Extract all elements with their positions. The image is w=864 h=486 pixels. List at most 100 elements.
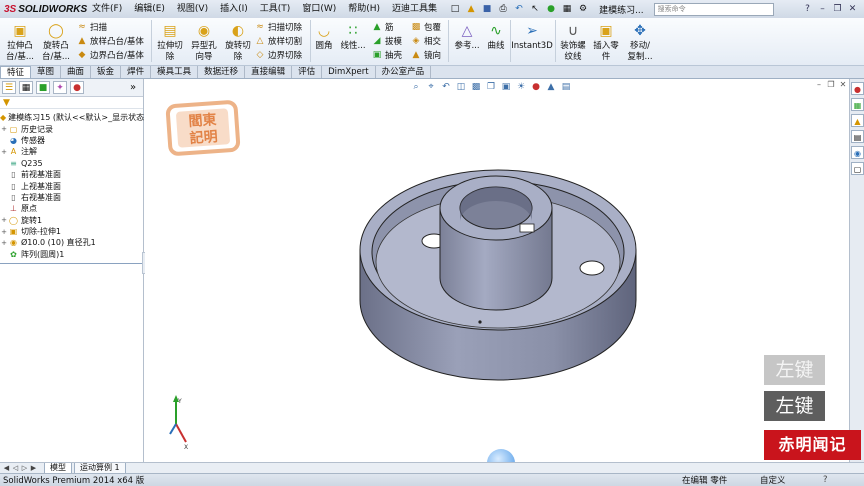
tab-motion-study-1[interactable]: 运动算例 1 bbox=[74, 462, 126, 474]
menu-edit[interactable]: 编辑(E) bbox=[128, 0, 171, 18]
view-orientation-icon[interactable]: ❐ bbox=[484, 81, 498, 93]
configuration-manager-icon[interactable]: ■ bbox=[36, 81, 50, 94]
tab-dimxpert[interactable]: DimXpert bbox=[322, 66, 376, 78]
fillet-button[interactable]: ◡ 圆角 bbox=[312, 22, 336, 52]
draft-button[interactable]: ◢ 拔模 bbox=[371, 35, 402, 48]
tab-weldments[interactable]: 焊件 bbox=[121, 66, 152, 78]
revolve-cut-button[interactable]: ◐ 旋转切 除 bbox=[221, 22, 255, 63]
menu-file[interactable]: 文件(F) bbox=[86, 0, 128, 18]
lofted-cut-button[interactable]: △ 放样切割 bbox=[254, 35, 302, 48]
tree-filter[interactable]: ▼ bbox=[0, 97, 143, 109]
hole-wizard-button[interactable]: ◉ 异型孔 向导 bbox=[187, 22, 221, 63]
units-custom[interactable]: 自定义 bbox=[760, 474, 786, 486]
next-tab-icon[interactable]: ▷ bbox=[20, 464, 29, 472]
display-style-icon[interactable]: ▣ bbox=[499, 81, 513, 93]
zoom-to-fit-icon[interactable]: ⌕ bbox=[409, 81, 423, 93]
cosmetic-thread-button[interactable]: ∪ 装饰螺 纹线 bbox=[557, 22, 589, 63]
first-tab-icon[interactable]: ◀ bbox=[2, 464, 11, 472]
tab-sketch[interactable]: 草图 bbox=[31, 66, 62, 78]
open-folder-icon[interactable]: ▲ bbox=[464, 3, 478, 16]
hide-show-items-icon[interactable]: ☀ bbox=[514, 81, 528, 93]
menu-insert[interactable]: 插入(I) bbox=[214, 0, 254, 18]
minimize-icon[interactable]: – bbox=[816, 3, 829, 15]
menu-view[interactable]: 视图(V) bbox=[171, 0, 214, 18]
save-icon[interactable]: ■ bbox=[480, 3, 494, 16]
menu-window[interactable]: 窗口(W) bbox=[296, 0, 342, 18]
view-palette-icon[interactable]: ▤ bbox=[851, 130, 864, 143]
menu-maidi-tools[interactable]: 迈迪工具集 bbox=[386, 0, 443, 18]
feature-manager-icon[interactable]: ☰ bbox=[2, 81, 16, 94]
linear-pattern-button[interactable]: ∷ 线性... bbox=[337, 22, 369, 52]
extrude-boss-button[interactable]: ▣ 拉伸凸 台/基... bbox=[2, 22, 38, 63]
expand-icon[interactable]: + bbox=[0, 125, 8, 133]
select-arrow-icon[interactable]: ↖ bbox=[528, 3, 542, 16]
search-commands-input[interactable]: 搜索命令 bbox=[653, 2, 774, 16]
tree-item-material[interactable]: ≡ Q235 bbox=[0, 158, 144, 169]
expand-more-icon[interactable]: » bbox=[126, 81, 140, 94]
apply-scene-icon[interactable]: ▲ bbox=[544, 81, 558, 93]
wrap-button[interactable]: ▩ 包覆 bbox=[410, 21, 441, 34]
file-explorer-icon[interactable]: ▲ bbox=[851, 114, 864, 127]
tab-sheet-metal[interactable]: 钣金 bbox=[91, 66, 122, 78]
undo-icon[interactable]: ↶ bbox=[512, 3, 526, 16]
tree-item-cut-extrude1[interactable]: + ▣ 切除-拉伸1 bbox=[0, 226, 144, 237]
tree-item-revolve1[interactable]: + ◯ 旋转1 bbox=[0, 215, 144, 226]
solidworks-logo[interactable]: 3S SOLIDWORKS bbox=[0, 4, 87, 15]
rib-button[interactable]: ▲ 筋 bbox=[371, 21, 394, 34]
tab-evaluate[interactable]: 评估 bbox=[292, 66, 323, 78]
swept-cut-button[interactable]: ≈ 扫描切除 bbox=[254, 21, 302, 34]
reference-geometry-button[interactable]: △ 参考... bbox=[451, 22, 483, 52]
boundary-boss-button[interactable]: ◆ 边界凸台/基体 bbox=[76, 49, 144, 62]
tab-surfaces[interactable]: 曲面 bbox=[61, 66, 92, 78]
help-icon[interactable]: ? bbox=[801, 3, 814, 15]
expand-icon[interactable]: + bbox=[0, 216, 8, 224]
move-copy-button[interactable]: ✥ 移动/ 复制... bbox=[623, 22, 657, 63]
instant3d-button[interactable]: ➢ Instant3D bbox=[511, 22, 553, 52]
loft-boss-button[interactable]: ▲ 放样凸台/基体 bbox=[76, 35, 144, 48]
tree-item-sensors[interactable]: ◕ 传感器 bbox=[0, 135, 144, 146]
tree-item-right-plane[interactable]: ▯ 右视基准面 bbox=[0, 192, 144, 203]
print-icon[interactable]: ⎙ bbox=[496, 3, 510, 16]
extrude-cut-button[interactable]: ▤ 拉伸切 除 bbox=[153, 22, 187, 63]
menu-help[interactable]: 帮助(H) bbox=[342, 0, 386, 18]
appearances-icon[interactable]: ◉ bbox=[851, 146, 864, 159]
previous-tab-icon[interactable]: ◁ bbox=[11, 464, 20, 472]
previous-view-icon[interactable]: ↶ bbox=[439, 81, 453, 93]
new-document-icon[interactable]: □ bbox=[448, 3, 462, 16]
tab-office-products[interactable]: 办公室产品 bbox=[376, 66, 432, 78]
display-manager-icon[interactable]: ● bbox=[70, 81, 84, 94]
custom-properties-icon[interactable]: ▢ bbox=[851, 162, 864, 175]
design-library-icon[interactable]: ▦ bbox=[851, 98, 864, 111]
shell-button[interactable]: ▣ 抽壳 bbox=[371, 49, 402, 62]
sweep-button[interactable]: ≈ 扫描 bbox=[76, 21, 107, 34]
solidworks-resources-icon[interactable]: ● bbox=[851, 82, 864, 95]
tree-item-history[interactable]: + ▢ 历史记录 bbox=[0, 123, 144, 134]
traffic-light-icon[interactable]: ● bbox=[544, 3, 558, 16]
tab-mold-tools[interactable]: 模具工具 bbox=[151, 66, 199, 78]
curves-button[interactable]: ∿ 曲线 bbox=[484, 22, 508, 52]
viewport-close-icon[interactable]: ✕ bbox=[837, 79, 849, 91]
tree-item-top-plane[interactable]: ▯ 上视基准面 bbox=[0, 180, 144, 191]
tab-data-migration[interactable]: 数据迁移 bbox=[198, 66, 246, 78]
tree-item-annotations[interactable]: + A 注解 bbox=[0, 146, 144, 157]
options-gear-icon[interactable]: ⚙ bbox=[576, 3, 590, 16]
menu-tools[interactable]: 工具(T) bbox=[254, 0, 297, 18]
intersect-button[interactable]: ◈ 相交 bbox=[410, 35, 441, 48]
dimxpert-manager-icon[interactable]: ✦ bbox=[53, 81, 67, 94]
expand-icon[interactable]: + bbox=[0, 228, 8, 236]
expand-icon[interactable]: + bbox=[0, 239, 8, 247]
dynamic-annotation-icon[interactable]: ▩ bbox=[469, 81, 483, 93]
status-help-icon[interactable]: ? bbox=[823, 475, 828, 485]
boundary-cut-button[interactable]: ◇ 边界切除 bbox=[254, 49, 302, 62]
tree-item-front-plane[interactable]: ▯ 前视基准面 bbox=[0, 169, 144, 180]
tree-item-origin[interactable]: ⊥ 原点 bbox=[0, 203, 144, 214]
close-icon[interactable]: ✕ bbox=[846, 3, 859, 15]
mirror-button[interactable]: ▲ 镜向 bbox=[410, 49, 441, 62]
zoom-to-area-icon[interactable]: ⌖ bbox=[424, 81, 438, 93]
tree-root-part[interactable]: ◆ 建模练习15 (默认<<默认>_显示状态 bbox=[0, 112, 144, 123]
edit-appearance-icon[interactable]: ● bbox=[529, 81, 543, 93]
last-tab-icon[interactable]: ▶ bbox=[29, 464, 38, 472]
restore-icon[interactable]: ❐ bbox=[831, 3, 844, 15]
insert-part-button[interactable]: ▣ 插入零 件 bbox=[590, 22, 622, 63]
viewport-restore-icon[interactable]: ❐ bbox=[825, 79, 837, 91]
